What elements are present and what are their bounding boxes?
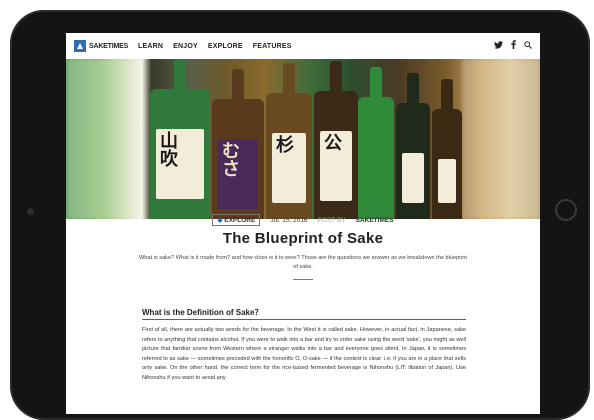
sake-bottle: 杉 — [266, 63, 312, 219]
hero-blur-right — [462, 59, 540, 219]
article-body: First of all, there are actually two wor… — [142, 327, 466, 381]
author-name[interactable]: SAKETIMES — [356, 217, 394, 224]
sake-bottle — [358, 67, 394, 219]
tag-icon: ◆ — [217, 217, 223, 224]
nav-explore[interactable]: EXPLORE — [208, 43, 243, 50]
article-meta: ◆ EXPLORE Jul. 15, 2016 POST BY SAKETIME… — [66, 214, 540, 226]
hero-blur-left — [66, 59, 144, 219]
tablet-screen: SAKETIMES LEARN ENJOY EXPLORE FEATURES 山… — [66, 33, 540, 414]
home-button[interactable] — [555, 199, 577, 221]
hero-image: 山吹 むさ 杉 公 — [66, 59, 540, 219]
nav-learn[interactable]: LEARN — [138, 43, 163, 50]
sake-bottle — [396, 73, 430, 219]
publish-date: Jul. 15, 2016 — [270, 216, 308, 224]
top-nav: SAKETIMES LEARN ENJOY EXPLORE FEATURES — [66, 33, 540, 59]
sake-bottle: むさ — [212, 69, 264, 219]
section-heading: What is the Definition of Sake？ — [142, 308, 263, 317]
logo-mark-icon — [74, 40, 86, 52]
article-lead: What is sake? What is it made from? and … — [139, 255, 467, 270]
title-divider — [293, 279, 313, 280]
category-label: EXPLORE — [224, 217, 256, 224]
facebook-icon[interactable] — [511, 40, 516, 51]
twitter-icon[interactable] — [494, 40, 503, 51]
sake-bottle — [432, 79, 462, 219]
category-tag[interactable]: ◆ EXPLORE — [212, 214, 261, 226]
search-icon[interactable] — [524, 40, 532, 51]
sake-bottle: 公 — [314, 61, 358, 219]
camera-icon — [27, 208, 34, 215]
posted-by-label: POST BY — [317, 216, 346, 224]
logo-text: SAKETIMES — [89, 42, 129, 50]
nav-features[interactable]: FEATURES — [253, 43, 292, 50]
site-logo[interactable]: SAKETIMES — [74, 40, 128, 52]
sake-bottle: 山吹 — [150, 59, 210, 219]
article-title: The Blueprint of Sake — [222, 230, 384, 247]
nav-enjoy[interactable]: ENJOY — [173, 43, 198, 50]
section-heading-underline — [142, 319, 466, 320]
social-icons — [494, 40, 532, 51]
